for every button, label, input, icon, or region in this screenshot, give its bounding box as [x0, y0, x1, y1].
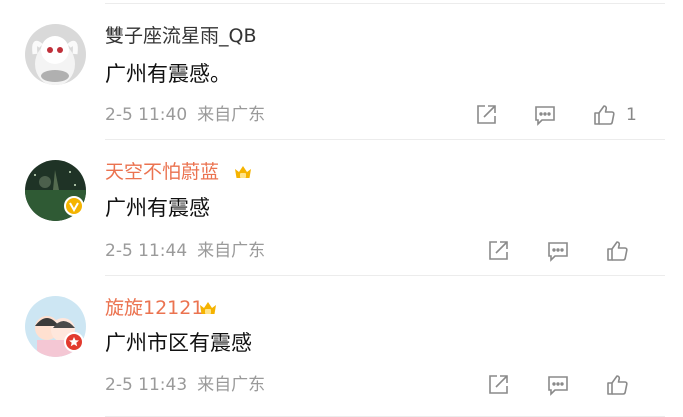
comment-icon[interactable]: [546, 239, 570, 263]
share-icon[interactable]: [474, 103, 498, 127]
comment-location: 来自广东: [197, 241, 266, 261]
avatar[interactable]: [25, 24, 86, 85]
comment-item: 雙子座流星雨_QB 广州有震感。 2-5 11:40 来自广东 1: [0, 0, 683, 140]
verified-badge-icon: [64, 196, 84, 216]
comment-item: 旋旋12121 广州市区有震感 2-5 11:43 来自广东: [0, 276, 683, 417]
username[interactable]: 雙子座流星雨_QB: [105, 24, 257, 48]
comment-time: 2-5 11:44: [105, 241, 188, 261]
comment-item: 天空不怕蔚蓝 广州有震感 2-5 11:44 来自广东: [0, 140, 683, 276]
comment-text: 广州市区有震感: [105, 331, 252, 355]
comment-meta: 2-5 11:44 来自广东: [105, 240, 265, 262]
comment-location: 来自广东: [197, 105, 266, 125]
comment-time: 2-5 11:43: [105, 375, 188, 395]
comment-location: 来自广东: [197, 375, 266, 395]
comment-icon[interactable]: [533, 103, 557, 127]
crown-vip-icon: [233, 162, 253, 182]
share-icon[interactable]: [486, 373, 510, 397]
like-count: 1: [626, 105, 637, 125]
like-icon[interactable]: [605, 373, 629, 397]
like-icon[interactable]: [592, 103, 616, 127]
username[interactable]: 旋旋12121: [105, 296, 203, 320]
comment-meta: 2-5 11:43 来自广东: [105, 374, 265, 396]
comment-icon[interactable]: [546, 373, 570, 397]
comment-text: 广州有震感。: [105, 62, 231, 86]
share-icon[interactable]: [486, 239, 510, 263]
crown-vip-icon: [198, 298, 218, 318]
verified-badge-icon: [64, 332, 84, 352]
like-icon[interactable]: [605, 239, 629, 263]
comment-time: 2-5 11:40: [105, 105, 188, 125]
username[interactable]: 天空不怕蔚蓝: [105, 160, 219, 184]
comment-meta: 2-5 11:40 来自广东: [105, 104, 265, 126]
comment-text: 广州有震感: [105, 196, 210, 220]
